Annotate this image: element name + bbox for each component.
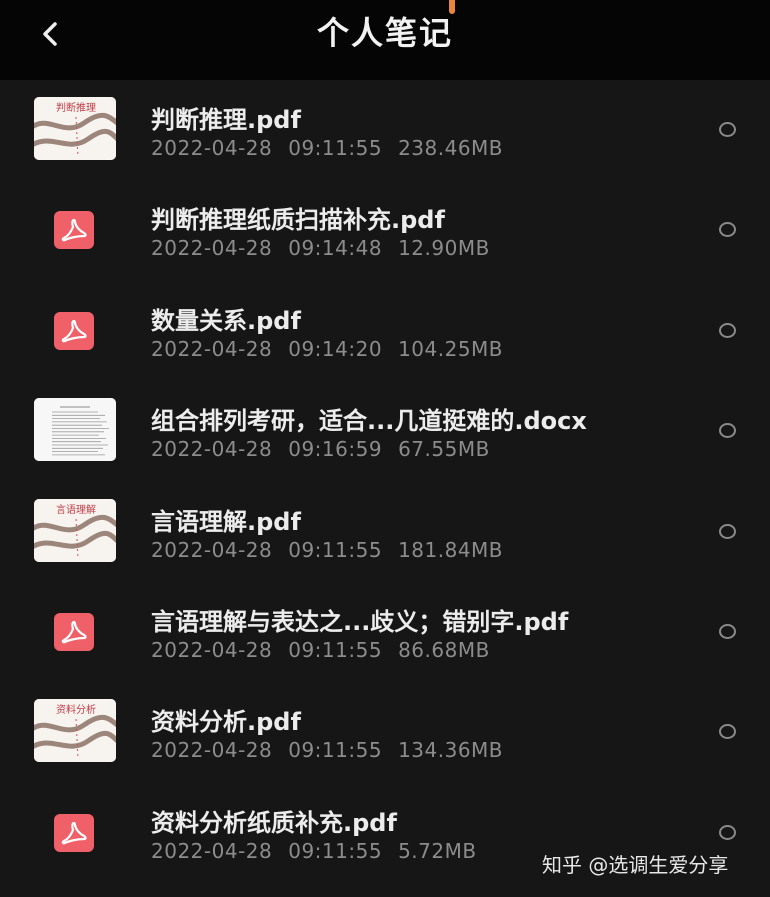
select-radio[interactable] [719,824,736,840]
file-size: 238.46MB [398,136,504,160]
file-meta: 2022-04-28 09:14:20 104.25MB [151,337,503,361]
file-meta: 2022-04-28 09:11:55 238.46MB [151,136,503,160]
file-time: 09:11:55 [288,537,383,562]
file-name: 言语理解.pdf [151,507,301,536]
file-date: 2022-04-28 [151,136,273,160]
file-row[interactable]: 言语理解 言语理解.pdf 2022-04-28 09:11:55 181.84MB [0,482,770,582]
file-size: 12.90MB [398,236,490,261]
thumb-text: 判断推理 [56,101,96,114]
file-name: 判断推理纸质扫描补充.pdf [151,206,445,235]
file-time: 09:16:59 [288,437,383,462]
select-radio[interactable] [719,523,736,539]
scan-thumbnail: 言语理解 [34,498,116,562]
file-row[interactable]: 判断推理 判断推理.pdf 2022-04-28 09:11:55 238.46MB [0,80,770,180]
page-title: 个人笔记 [316,14,453,52]
file-row[interactable]: 言语理解与表达之...歧义；错别字.pdf 2022-04-28 09:11:55 8… [0,582,770,682]
file-time: 09:14:20 [288,336,383,361]
file-date: 2022-04-28 [151,437,273,462]
document-thumbnail [34,398,116,462]
file-time: 09:11:55 [288,136,383,160]
file-size: 134.36MB [398,738,504,763]
select-radio[interactable] [719,322,736,338]
file-meta: 2022-04-28 09:14:48 12.90MB [151,236,490,260]
file-name: 资料分析.pdf [151,708,301,737]
file-meta: 2022-04-28 09:11:55 181.84MB [151,538,503,562]
top-bar: 个人笔记 [0,0,770,80]
watermark: 知乎 @选调生爱分享 [542,853,729,877]
file-meta: 2022-04-28 09:11:55 86.68MB [151,638,490,662]
select-radio[interactable] [719,724,736,740]
file-date: 2022-04-28 [151,336,273,361]
file-row[interactable]: 资料分析 资料分析.pdf 2022-04-28 09:11:55 134.36MB [0,682,770,782]
thumb-text: 资料分析 [56,703,96,716]
file-time: 09:11:55 [288,637,383,662]
file-size: 5.72MB [398,838,477,863]
select-radio[interactable] [719,222,736,238]
file-date: 2022-04-28 [151,537,273,562]
file-name: 判断推理.pdf [151,106,301,134]
file-meta: 2022-04-28 09:11:55 5.72MB [151,839,477,863]
scan-thumbnail: 判断推理 [34,97,116,160]
pdf-icon-glyph [61,219,87,242]
file-name: 组合排列考研，适合...几道挺难的.docx [151,407,587,436]
select-radio[interactable] [719,122,736,137]
file-meta: 2022-04-28 09:11:55 134.36MB [151,738,503,762]
pdf-icon-glyph [61,821,87,845]
file-size: 86.68MB [398,637,490,662]
pdf-icon-glyph [61,620,87,644]
file-time: 09:11:55 [288,838,383,863]
file-row[interactable]: 组合排列考研，适合...几道挺难的.docx 2022-04-28 09:16:59… [0,381,770,481]
file-size: 104.25MB [398,336,504,361]
select-radio[interactable] [719,423,736,439]
file-name: 言语理解与表达之...歧义；错别字.pdf [151,607,569,636]
file-name: 数量关系.pdf [151,306,301,335]
file-row[interactable]: 数量关系.pdf 2022-04-28 09:14:20 104.25MB [0,281,770,381]
pdf-file-icon [54,211,94,250]
file-date: 2022-04-28 [151,838,273,863]
pdf-file-icon [54,612,94,651]
file-list: 判断推理 判断推理.pdf 2022-04-28 09:11:55 238.46MB 判断… [0,80,770,883]
file-time: 09:14:48 [288,236,383,261]
file-date: 2022-04-28 [151,637,273,662]
scan-thumbnail: 资料分析 [34,699,116,763]
file-name: 资料分析纸质补充.pdf [151,808,397,837]
file-meta: 2022-04-28 09:16:59 67.55MB [151,437,490,461]
file-row[interactable]: 判断推理纸质扫描补充.pdf 2022-04-28 09:14:48 12.90MB [0,180,770,280]
file-time: 09:11:55 [288,738,383,763]
file-size: 181.84MB [398,537,504,562]
pdf-file-icon [54,311,94,350]
file-size: 67.55MB [398,437,490,462]
decorative-mark [449,0,455,14]
pdf-icon-glyph [61,319,87,343]
select-radio[interactable] [719,623,736,639]
file-date: 2022-04-28 [151,738,273,763]
thumb-text: 言语理解 [56,503,96,516]
pdf-file-icon [54,813,94,852]
file-date: 2022-04-28 [151,236,273,261]
